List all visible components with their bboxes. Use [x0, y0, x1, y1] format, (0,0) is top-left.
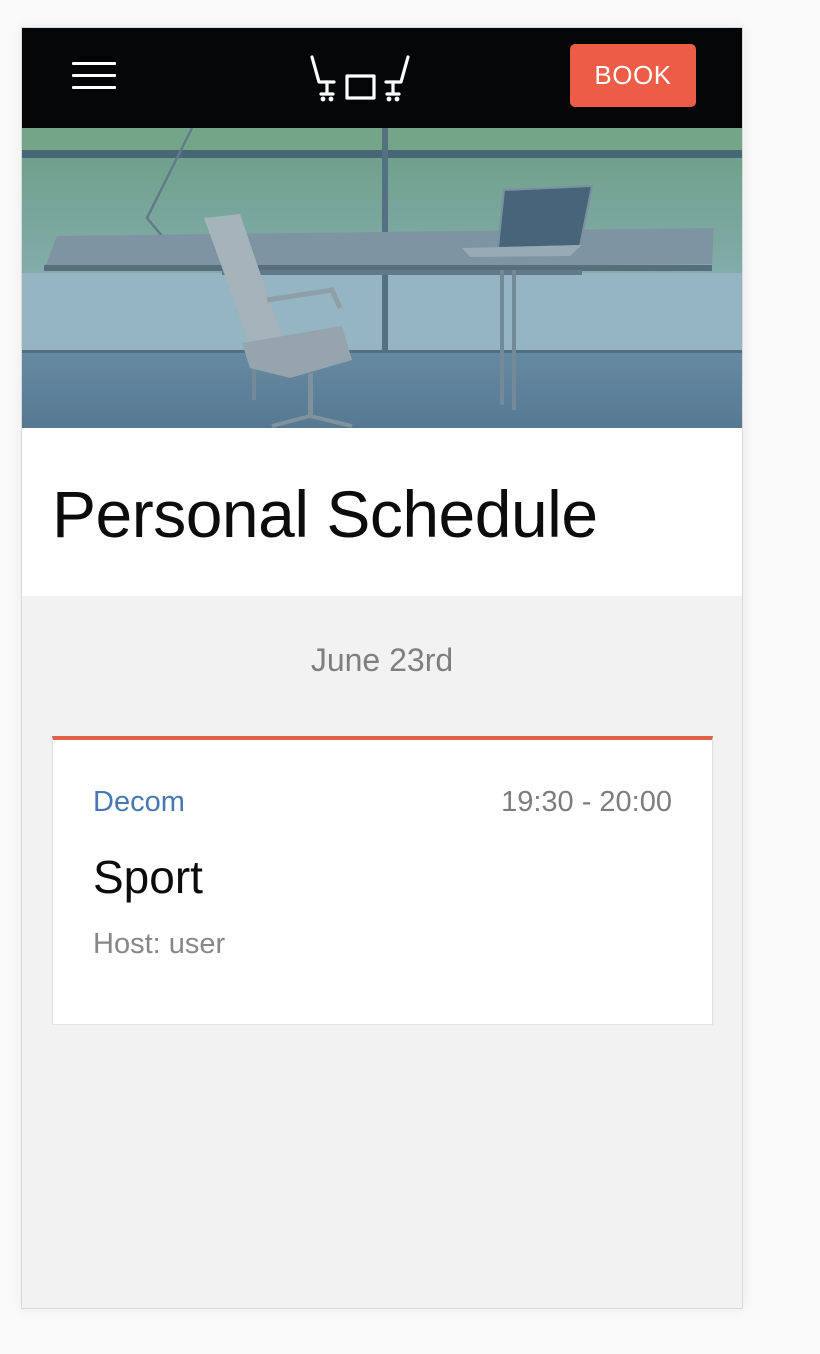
book-button[interactable]: BOOK [570, 44, 696, 107]
event-host: Host: user [93, 928, 226, 960]
top-navigation-bar: BOOK [22, 28, 742, 128]
app-frame: BOOK Personal Schedule June 23rd Decom 1… [21, 27, 743, 1309]
meeting-room-logo-icon[interactable] [308, 52, 412, 106]
schedule-date: June 23rd [310, 642, 454, 678]
event-card[interactable]: Decom 19:30 - 20:00 Sport Host: user [52, 736, 713, 1025]
event-time: 19:30 - 20:00 [501, 786, 672, 818]
event-location: Decom [93, 786, 185, 818]
hamburger-menu-icon[interactable] [70, 60, 118, 94]
page-title: Personal Schedule [52, 477, 598, 551]
title-panel: Personal Schedule [22, 428, 742, 596]
office-hero-image [22, 128, 742, 428]
event-title: Sport [93, 851, 203, 903]
